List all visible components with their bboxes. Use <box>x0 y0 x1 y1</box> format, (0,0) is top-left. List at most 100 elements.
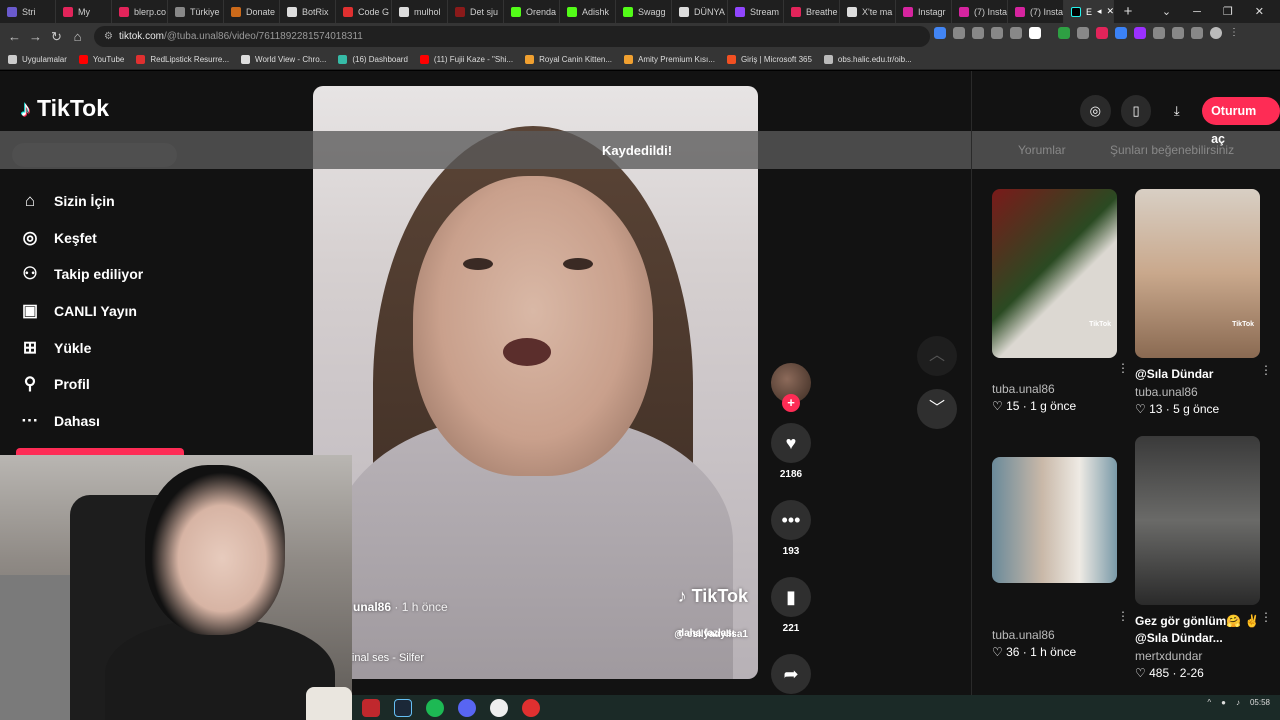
browser-tab[interactable]: Adishk <box>560 0 616 23</box>
bookmark-item[interactable]: obs.halic.edu.tr/oib... <box>823 55 912 64</box>
steam-icon[interactable] <box>394 698 412 717</box>
author-avatar[interactable]: + <box>771 363 811 412</box>
browser-tab[interactable]: Stri <box>0 0 56 23</box>
discord-icon[interactable] <box>458 698 476 717</box>
browser-tab[interactable]: Stream <box>728 0 784 23</box>
browser-tab[interactable]: mulhol <box>392 0 448 23</box>
bookmark-item[interactable]: Royal Canin Kitten... <box>525 55 612 64</box>
card-username[interactable]: tuba.unal86 <box>992 628 1117 642</box>
tab-search-icon[interactable]: ⌄ <box>1162 5 1171 18</box>
video-thumbnail[interactable]: TikTok <box>1135 189 1260 358</box>
bookmark-item[interactable]: Uygulamalar <box>8 55 67 64</box>
sidebar-item[interactable]: ▣ CANLI Yayın <box>20 293 143 330</box>
home-button-icon[interactable]: ⌂ <box>67 29 88 44</box>
suggested-video-card[interactable]: tuba.unal86 ♡ 36 · 1 h önce ⋮ <box>992 457 1129 659</box>
browser-tab[interactable]: Türkiye <box>168 0 224 23</box>
card-username[interactable]: tuba.unal86 <box>992 382 1117 396</box>
audio-extension-icon[interactable] <box>1115 27 1127 39</box>
explore-icon[interactable]: ◎ <box>1080 95 1111 127</box>
profile-avatar[interactable] <box>1210 27 1222 39</box>
restore-icon[interactable]: ❐ <box>1223 5 1233 18</box>
card-more-icon[interactable]: ⋮ <box>1260 610 1272 624</box>
bookmark-item[interactable]: Amity Premium Kısı... <box>624 55 715 64</box>
phone-icon[interactable]: ▯ <box>1120 95 1152 127</box>
tray-chevron-icon[interactable]: ^ <box>1207 698 1211 707</box>
tray-volume-icon[interactable]: ♪ <box>1236 698 1240 707</box>
suggested-video-card[interactable]: TikTok @Sıla Dündar tuba.unal86 ♡ 13 · 5… <box>1135 189 1272 416</box>
extension-icon[interactable] <box>1077 27 1089 39</box>
share-icon[interactable]: ➦ <box>771 654 811 694</box>
sidebar-item[interactable]: ⚲ Profil <box>20 366 143 403</box>
puzzle-icon[interactable] <box>1153 27 1165 39</box>
tab-comments[interactable]: Yorumlar <box>1018 143 1066 157</box>
video-action[interactable]: ♥ 2186 <box>770 423 812 480</box>
bookmark-item[interactable]: RedLipstick Resurre... <box>136 55 229 64</box>
browser-tab[interactable]: DÜNYA <box>672 0 728 23</box>
suggested-video-card[interactable]: Gez gör gönlüm🤗 ✌️ @Sıla Dündar... mertx… <box>1135 436 1272 680</box>
bookmark-item[interactable]: World View - Chro... <box>241 55 326 64</box>
previous-video-button[interactable]: ︿ <box>917 336 957 376</box>
browser-tab[interactable]: X'te ma <box>840 0 896 23</box>
video-action[interactable]: ▮ 221 <box>770 577 812 634</box>
shield-extension-icon[interactable] <box>1058 27 1070 39</box>
next-video-button[interactable]: ﹀ <box>917 389 957 429</box>
site-info-icon[interactable]: ⚙ <box>104 31 113 42</box>
chrome-icon[interactable] <box>522 698 540 717</box>
forward-icon[interactable]: → <box>25 29 46 44</box>
browser-tab[interactable]: Breathe <box>784 0 840 23</box>
browser-menu-icon[interactable]: ⋮ <box>1229 27 1241 39</box>
browser-tab[interactable]: BotRix <box>280 0 336 23</box>
video-player[interactable]: unal86 · 1 h önce ijinal ses - Silfer ♪ … <box>313 86 758 679</box>
browser-tab[interactable]: Donate <box>224 0 280 23</box>
tray-mic-icon[interactable]: ● <box>1221 698 1226 707</box>
spotify-icon[interactable] <box>426 698 444 717</box>
voicemod-icon[interactable] <box>362 698 380 717</box>
install-icon[interactable] <box>953 27 965 39</box>
browser-tab[interactable]: Orenda <box>504 0 560 23</box>
back-icon[interactable]: ← <box>4 29 25 44</box>
follow-plus-icon[interactable]: + <box>782 394 800 412</box>
browser-tab[interactable]: (7) Insta <box>952 0 1008 23</box>
sidebar-item[interactable]: ◎ Keşfet <box>20 220 143 257</box>
video-action[interactable]: ••• 193 <box>770 500 812 557</box>
bookmark-item[interactable]: (11) Fujii Kaze - "Shi... <box>419 55 513 64</box>
twitch-extension-icon[interactable] <box>1134 27 1146 39</box>
tray-clock[interactable]: 05:58 <box>1250 698 1270 707</box>
sidebar-item[interactable]: ⚇ Takip ediliyor <box>20 256 143 293</box>
obs-icon[interactable] <box>490 698 508 717</box>
close-window-icon[interactable]: ✕ <box>1255 5 1264 18</box>
video-thumbnail[interactable] <box>1135 436 1260 605</box>
bookmark-item[interactable]: (16) Dashboard <box>338 55 408 64</box>
video-author[interactable]: unal86 · 1 h önce <box>353 600 448 614</box>
bookmark-item[interactable]: Giriş | Microsoft 365 <box>726 55 812 64</box>
heart-icon[interactable]: ♥ <box>771 423 811 463</box>
video-music[interactable]: ijinal ses - Silfer <box>347 652 424 664</box>
bookmark-icon[interactable]: ▮ <box>771 577 811 617</box>
new-tab-button[interactable]: + <box>1114 3 1142 20</box>
translate-icon[interactable] <box>972 27 984 39</box>
tiktok-logo[interactable]: ♪ TikTok <box>20 95 109 122</box>
browser-tab[interactable]: Det sju <box>448 0 504 23</box>
card-more-icon[interactable]: ⋮ <box>1260 363 1272 377</box>
comment-icon[interactable]: ••• <box>771 500 811 540</box>
bookmark-item[interactable]: YouTube <box>78 55 124 64</box>
star-icon[interactable] <box>1029 27 1041 39</box>
browser-tab-active[interactable]: E ◂ ✕ <box>1064 0 1114 23</box>
card-more-icon[interactable]: ⋮ <box>1117 609 1129 623</box>
address-bar[interactable]: ⚙ tiktok.com/@tuba.unal86/video/76118922… <box>94 26 930 47</box>
close-tab-icon[interactable]: ✕ <box>1107 6 1113 17</box>
reload-icon[interactable]: ↻ <box>46 29 67 45</box>
download-icon[interactable]: ⤓ <box>1161 95 1192 127</box>
sidebar-item[interactable]: ··· Dahası <box>20 403 143 440</box>
sidebar-icon[interactable] <box>1191 27 1203 39</box>
zoom-icon[interactable] <box>991 27 1003 39</box>
sidebar-item[interactable]: ⌂ Sizin İçin <box>20 183 143 220</box>
more-link[interactable]: daha fazlası <box>678 628 735 639</box>
card-username[interactable]: tuba.unal86 <box>1135 385 1260 399</box>
browser-tab[interactable]: My <box>56 0 112 23</box>
google-icon[interactable] <box>934 27 946 39</box>
minimize-icon[interactable]: ─ <box>1193 6 1201 18</box>
login-button[interactable]: Oturum aç <box>1202 97 1280 146</box>
card-more-icon[interactable]: ⋮ <box>1117 361 1129 375</box>
browser-tab[interactable]: (7) Insta <box>1008 0 1064 23</box>
